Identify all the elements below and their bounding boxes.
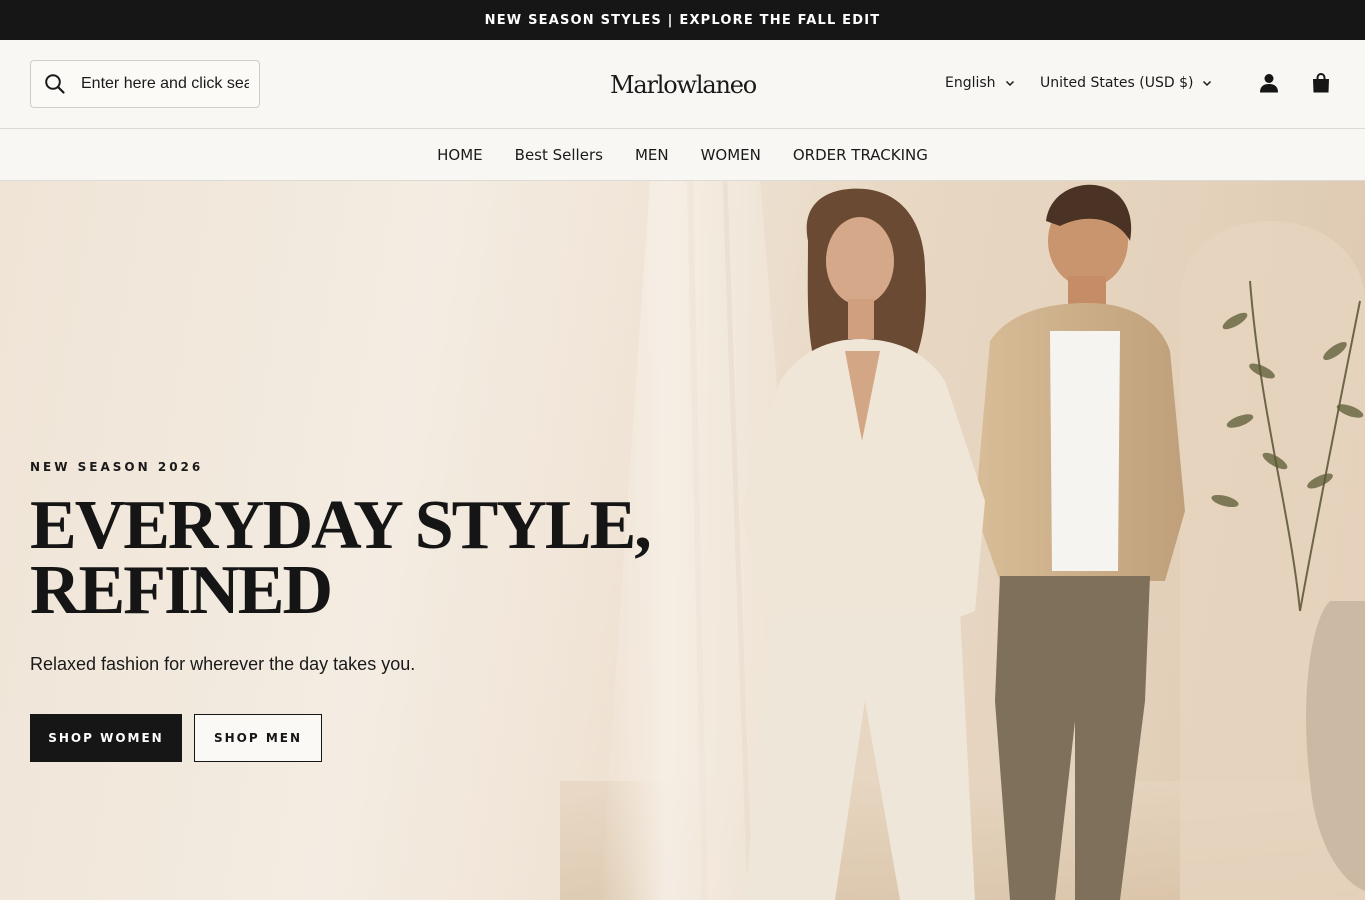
search-icon[interactable] [31, 61, 79, 107]
search-box[interactable] [30, 60, 260, 108]
nav-item-home[interactable]: HOME [437, 146, 483, 164]
search-input[interactable] [79, 61, 249, 107]
chevron-down-icon [1202, 80, 1212, 87]
language-selector[interactable]: English [945, 70, 1015, 96]
main-nav: HOME Best Sellers MEN WOMEN ORDER TRACKI… [0, 129, 1365, 181]
nav-item-order-tracking[interactable]: ORDER TRACKING [793, 146, 928, 164]
chevron-down-icon [1005, 80, 1015, 87]
site-header: Marlowlaneo English United States (USD $… [0, 40, 1365, 129]
announcement-bar: NEW SEASON STYLES | EXPLORE THE FALL EDI… [0, 0, 1365, 40]
user-icon[interactable] [1256, 70, 1282, 96]
currency-label: United States (USD $) [1040, 75, 1194, 91]
language-label: English [945, 75, 996, 91]
announcement-text: NEW SEASON STYLES | EXPLORE THE FALL EDI… [484, 12, 881, 28]
brand-logo-text: Marlowlaneo [610, 71, 757, 99]
shop-men-button[interactable]: SHOP MEN [194, 714, 322, 762]
hero-headline: EVERYDAY STYLE, REFINED [30, 487, 652, 629]
currency-selector[interactable]: United States (USD $) [1040, 70, 1212, 96]
shopping-bag-icon[interactable] [1308, 70, 1334, 96]
brand-logo[interactable]: Marlowlaneo [565, 60, 801, 110]
nav-item-women[interactable]: WOMEN [701, 146, 761, 164]
nav-item-best-sellers[interactable]: Best Sellers [515, 146, 603, 164]
nav-item-men[interactable]: MEN [635, 146, 669, 164]
hero-subline: Relaxed fashion for wherever the day tak… [30, 654, 416, 674]
hero-banner: NEW SEASON 2026 EVERYDAY STYLE, REFINED … [0, 181, 1365, 900]
hero-eyebrow: NEW SEASON 2026 [30, 460, 204, 474]
shop-women-button[interactable]: SHOP WOMEN [30, 714, 182, 762]
